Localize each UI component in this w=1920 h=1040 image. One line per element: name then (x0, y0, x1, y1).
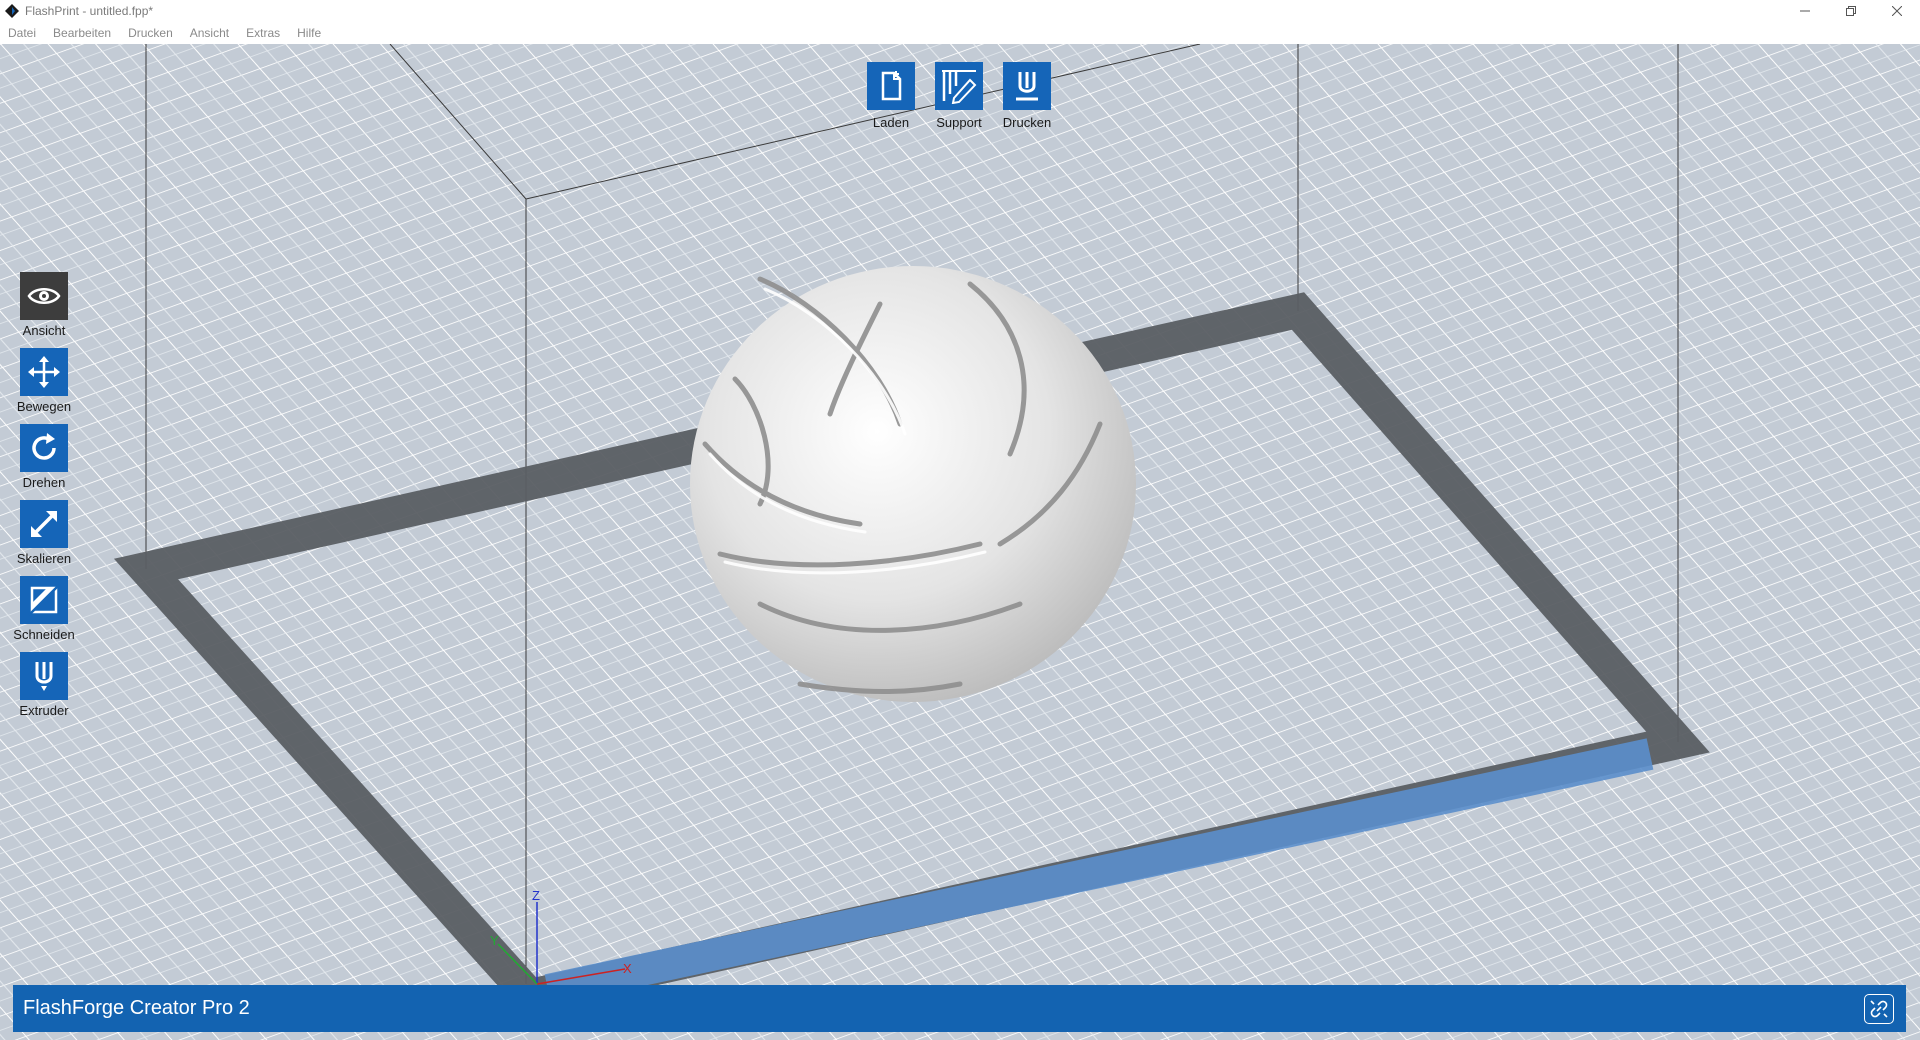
extruder-tool[interactable]: Extruder (16, 652, 72, 718)
scale-tool[interactable]: Skalieren (16, 500, 72, 566)
print-nozzle-icon[interactable] (1003, 62, 1051, 110)
menu-bar: Datei Bearbeiten Drucken Ansicht Extras … (0, 22, 1920, 44)
minimize-icon[interactable] (1782, 0, 1828, 22)
flashforge-logo-icon (5, 4, 19, 18)
support-label: Support (936, 115, 982, 130)
load-label: Laden (872, 115, 910, 130)
window-title: FlashPrint - untitled.fpp* (25, 4, 154, 18)
cut-icon[interactable] (20, 576, 68, 624)
rotate-icon[interactable] (20, 424, 68, 472)
axis-z-label: Z (532, 888, 540, 903)
menu-extras[interactable]: Extras (246, 26, 280, 40)
connect-link-icon[interactable] (1864, 994, 1894, 1024)
move-tool[interactable]: Bewegen (16, 348, 72, 414)
3d-viewport[interactable]: Z X Y (0, 44, 1920, 1040)
left-toolbar: Ansicht Bewegen Drehen Skalieren Schneid… (13, 272, 75, 718)
scale-icon[interactable] (20, 500, 68, 548)
axis-y-label: Y (490, 933, 499, 948)
load-button[interactable]: Laden (867, 62, 915, 130)
scene-canvas: Z X Y (0, 44, 1920, 1040)
view-tool[interactable]: Ansicht (16, 272, 72, 338)
printer-name: FlashForge Creator Pro 2 (23, 997, 250, 1019)
menu-hilfe[interactable]: Hilfe (297, 26, 321, 40)
close-icon[interactable] (1874, 0, 1920, 22)
eye-icon[interactable] (20, 272, 68, 320)
extruder-icon[interactable] (20, 652, 68, 700)
print-button[interactable]: Drucken (1003, 62, 1051, 130)
menu-drucken[interactable]: Drucken (128, 26, 173, 40)
menu-datei[interactable]: Datei (8, 26, 36, 40)
extruder-label: Extruder (19, 703, 69, 718)
sphere-model[interactable] (690, 266, 1136, 702)
top-toolbar: Laden Support Drucken (867, 62, 1051, 130)
restore-icon[interactable] (1828, 0, 1874, 22)
scale-label: Skalieren (16, 551, 72, 566)
move-label: Bewegen (16, 399, 72, 414)
axis-x-label: X (623, 961, 632, 976)
menu-ansicht[interactable]: Ansicht (190, 26, 229, 40)
cut-label: Schneiden (13, 627, 75, 642)
support-button[interactable]: Support (935, 62, 983, 130)
menu-bearbeiten[interactable]: Bearbeiten (53, 26, 111, 40)
load-file-icon[interactable] (867, 62, 915, 110)
support-edit-icon[interactable] (935, 62, 983, 110)
rotate-tool[interactable]: Drehen (16, 424, 72, 490)
view-label: Ansicht (22, 323, 66, 338)
move-arrows-icon[interactable] (20, 348, 68, 396)
print-label: Drucken (1002, 115, 1052, 130)
status-bar: FlashForge Creator Pro 2 (13, 985, 1906, 1032)
cut-tool[interactable]: Schneiden (13, 576, 75, 642)
title-bar: FlashPrint - untitled.fpp* (0, 0, 1920, 22)
window-controls (1782, 0, 1920, 22)
rotate-label: Drehen (22, 475, 66, 490)
